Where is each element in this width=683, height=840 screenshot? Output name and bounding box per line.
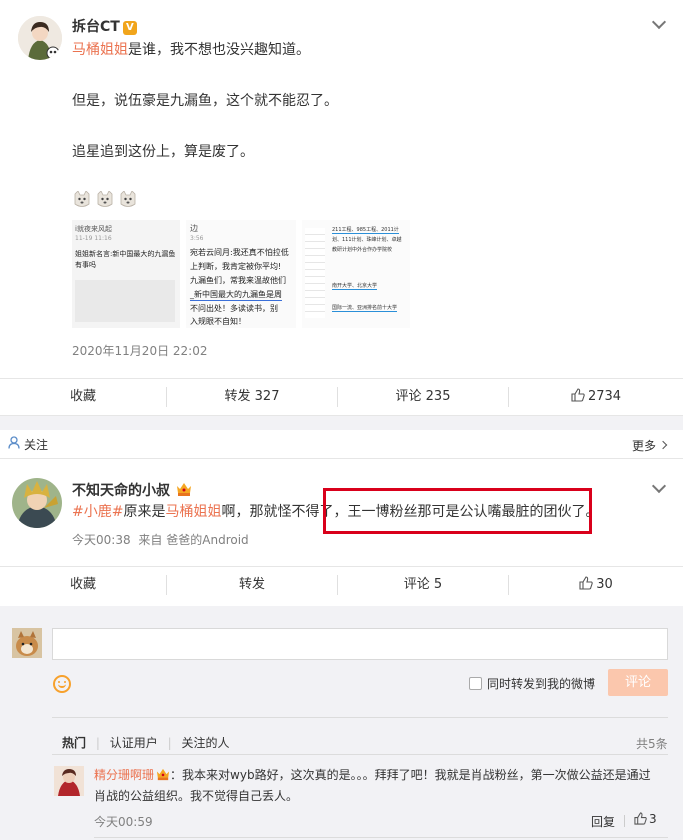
comment-like-count: 3 [649, 812, 657, 826]
comment-button[interactable]: 评论 235 [338, 379, 508, 415]
repost-button[interactable]: 转发 [167, 567, 337, 603]
tab-hot[interactable]: 热门 [62, 736, 86, 750]
mention-link[interactable]: 马桶姐姐 [72, 42, 128, 58]
post-image-thumbnail-1[interactable]: i就夜来风起 11-19 11:16 姐姐新名言:新中国最大的九漏鱼 有事吗 [72, 220, 180, 328]
crown-badge-icon [176, 482, 192, 501]
post2-source[interactable]: 爸爸的Android [166, 533, 248, 547]
comment-total-count: 共5条 [636, 737, 668, 751]
reply-button[interactable]: 回复 [591, 813, 615, 830]
post-image-thumbnail-2[interactable]: 边 3:56 宛若云间月:我还真不怕拉低 上判断，我肯定被你平均! 九漏鱼们，常… [186, 220, 296, 328]
like-count: 2734 [587, 389, 622, 404]
crown-badge-icon [156, 768, 170, 787]
post-text-line-2: 但是，说伍豪是九漏鱼，这个就不能忍了。 [72, 93, 338, 109]
post-timestamp[interactable]: 2020年11月20日 22:02 [72, 342, 207, 359]
post-text-line-3: 追星追到这份上，算是废了。 [72, 144, 254, 160]
current-user-avatar [12, 628, 42, 658]
submit-comment-button[interactable]: 评论 [608, 669, 668, 696]
post-author-avatar[interactable] [18, 16, 62, 60]
post2-action-bar: 收藏 转发 评论 5 30 [0, 567, 683, 603]
repost-button[interactable]: 转发 327 [167, 379, 337, 415]
comment-area: 同时转发到我的微博 评论 热门 | 认证用户 | 关注的人 共5条 精分珊啊珊：… [0, 606, 683, 840]
topic-link[interactable]: #小鹿# [72, 504, 123, 520]
tab-following[interactable]: 关注的人 [181, 736, 229, 750]
favorite-button[interactable]: 收藏 [0, 567, 166, 603]
post2-author-name-row: 不知天命的小叔 [72, 480, 192, 501]
thumbs-up-icon [634, 812, 647, 828]
follow-label[interactable]: 关注 [24, 436, 48, 453]
like-button[interactable]: 2734 [509, 379, 683, 415]
post2-author-name[interactable]: 不知天命的小叔 [72, 483, 170, 499]
post-author-name-row: 拆台CT V [72, 16, 137, 36]
post-action-bar: 收藏 转发 327 评论 235 2734 [0, 379, 683, 415]
commenter-name[interactable]: 精分珊啊珊 [94, 768, 154, 782]
emoji-picker-icon[interactable] [53, 675, 71, 693]
doge-face-icon [120, 190, 136, 209]
more-link[interactable]: 更多 [632, 437, 656, 454]
comment-tabs: 热门 | 认证用户 | 关注的人 [62, 736, 230, 750]
post2-timestamp[interactable]: 今天00:38 [72, 533, 131, 547]
follow-row: 关注 更多 [0, 430, 683, 458]
post-author-name[interactable]: 拆台CT [72, 19, 120, 35]
like-count: 30 [596, 577, 613, 592]
highlight-box [323, 488, 592, 534]
post2-meta: 今天00:38 来自 爸爸的Android [72, 533, 249, 547]
post2-menu-chevron-icon[interactable] [651, 478, 667, 494]
mention-link[interactable]: 马桶姐姐 [165, 504, 221, 520]
commenter-avatar[interactable] [54, 766, 84, 796]
comment-list-item: 精分珊啊珊 ：我本来对wyb路好，这次真的是。。。拜拜了吧！我就是肖战粉丝，第一次… [94, 768, 651, 803]
verified-badge-icon: V [122, 21, 137, 35]
tab-verified-users[interactable]: 认证用户 [110, 736, 158, 750]
like-button[interactable]: 30 [509, 567, 683, 603]
post-text-line-1: 马桶姐姐是谁，我不想也没兴趣知道。 [72, 42, 310, 58]
repost-checkbox-label[interactable]: 同时转发到我的微博 [487, 675, 595, 692]
doge-face-icon [97, 190, 113, 209]
post-menu-chevron-icon[interactable] [651, 14, 667, 30]
post-image-thumbnail-3[interactable]: 211工程、985工程、2011计 划、111计划、珠峰计划、卓越 教研计划中外… [302, 220, 410, 328]
comment-timestamp: 今天00:59 [94, 815, 153, 829]
person-icon [8, 436, 20, 453]
favorite-button[interactable]: 收藏 [0, 379, 166, 415]
doge-face-icon [74, 190, 90, 209]
comment-button[interactable]: 评论 5 [338, 567, 508, 603]
post2-author-avatar[interactable] [12, 478, 62, 528]
thumbs-up-icon [571, 381, 585, 417]
thumbs-up-icon [579, 569, 593, 605]
repost-checkbox[interactable] [469, 677, 482, 690]
comment-like-button[interactable]: 3 [634, 812, 657, 828]
chevron-right-icon[interactable] [658, 440, 668, 450]
comment-input[interactable] [52, 628, 668, 660]
